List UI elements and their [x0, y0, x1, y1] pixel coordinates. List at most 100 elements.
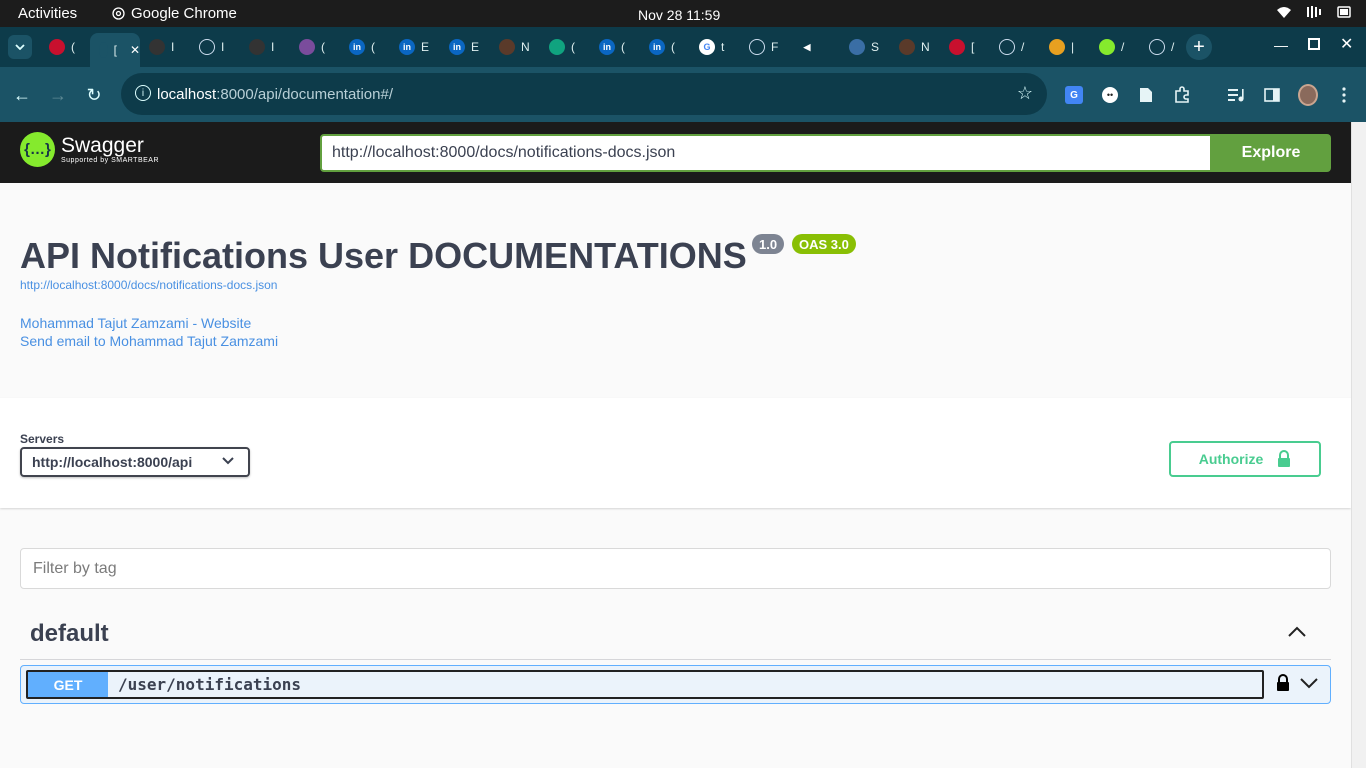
browser-tab[interactable]: /: [1140, 33, 1190, 61]
side-panel-icon[interactable]: [1262, 85, 1282, 105]
tab-title: (: [671, 40, 675, 54]
browser-tab[interactable]: I: [190, 33, 240, 61]
swagger-topbar: {…} Swagger Supported by SMARTBEAR http:…: [0, 122, 1351, 183]
pinterest-icon: [49, 39, 65, 55]
document-icon[interactable]: [1136, 85, 1156, 105]
browser-tab[interactable]: N: [490, 33, 540, 61]
loading-icon: [749, 39, 765, 55]
link-icon: [1149, 39, 1165, 55]
browser-tab[interactable]: S: [840, 33, 890, 61]
tab-title: |: [1071, 40, 1075, 54]
bookmark-star-icon[interactable]: ☆: [1017, 83, 1033, 104]
tab-title: N: [921, 40, 929, 54]
tab-title: (: [321, 40, 325, 54]
browser-tab[interactable]: (: [540, 33, 590, 61]
lock-icon[interactable]: [1275, 674, 1291, 692]
browser-tab[interactable]: [✕: [90, 33, 140, 67]
browser-tab[interactable]: F: [740, 33, 790, 61]
tab-strip: ([✕ I I I(in(in Ein E N(in(in(Gt F ◀ S N[/ | / / + — …: [0, 27, 1366, 67]
chevron-down-icon[interactable]: [1299, 675, 1319, 691]
chrome-icon: [112, 7, 125, 20]
browser-tab[interactable]: in E: [440, 33, 490, 61]
app-menu[interactable]: Google Chrome: [112, 5, 237, 22]
spec-link[interactable]: http://localhost:8000/docs/notifications…: [20, 278, 277, 292]
media-control-icon[interactable]: [1226, 85, 1246, 105]
tab-title: E: [471, 40, 479, 54]
activities-button[interactable]: Activities: [18, 5, 77, 22]
contact-website-link[interactable]: Mohammad Tajut Zamzami - Website: [20, 315, 251, 331]
browser-tab[interactable]: [: [940, 33, 990, 61]
menu-kebab-icon[interactable]: [1334, 85, 1354, 105]
tab-title: I: [221, 40, 225, 54]
google-translate-icon[interactable]: G: [1064, 85, 1084, 105]
swagger-logo-name: Swagger: [61, 134, 144, 157]
authorize-button[interactable]: Authorize: [1169, 441, 1321, 477]
tab-title: /: [1121, 40, 1125, 54]
swagger-icon: {…}: [20, 132, 55, 167]
maximize-button[interactable]: [1308, 38, 1320, 50]
operation-get-user-notifications[interactable]: GET /user/notifications: [20, 665, 1331, 704]
browser-tab[interactable]: (: [290, 33, 340, 61]
operation-summary[interactable]: GET /user/notifications: [26, 670, 1264, 699]
tab-search-button[interactable]: [8, 35, 32, 59]
reload-icon: ↻: [86, 84, 102, 105]
browser-tab[interactable]: ◀: [790, 33, 840, 61]
close-tab-icon[interactable]: ✕: [130, 43, 140, 57]
browser-tab[interactable]: |: [1040, 33, 1090, 61]
reload-button[interactable]: ↻: [80, 81, 108, 109]
method-badge: GET: [28, 672, 108, 697]
forward-button[interactable]: →: [44, 81, 72, 109]
contact-email-link[interactable]: Send email to Mohammad Tajut Zamzami: [20, 333, 278, 349]
linkedin-icon: in: [399, 39, 415, 55]
app-name: Google Chrome: [131, 5, 237, 22]
browser-tab[interactable]: Gt: [690, 33, 740, 61]
browser-tab[interactable]: I: [140, 33, 190, 61]
tab-title: [: [971, 40, 975, 54]
browser-tab[interactable]: (: [40, 33, 90, 61]
oas-badge: OAS 3.0: [792, 234, 856, 254]
browser-tab[interactable]: in (: [640, 33, 690, 61]
browser-tab[interactable]: in E: [390, 33, 440, 61]
tab-title: (: [371, 40, 375, 54]
chevron-up-icon[interactable]: [1287, 622, 1307, 642]
tab-title: (: [621, 40, 625, 54]
clock[interactable]: Nov 28 11:59: [638, 7, 720, 23]
chevron-down-icon: [222, 454, 234, 468]
url-host: localhost: [157, 86, 217, 103]
filter-by-tag-input[interactable]: Filter by tag: [20, 548, 1331, 589]
new-tab-button[interactable]: +: [1186, 34, 1212, 60]
back-button[interactable]: ←: [8, 81, 36, 109]
lock-icon: [1278, 450, 1291, 467]
close-window-button[interactable]: ✕: [1340, 34, 1353, 54]
tab-title: [: [113, 43, 117, 57]
servers-select[interactable]: http://localhost:8000/api: [20, 447, 250, 477]
profile-avatar[interactable]: [1298, 84, 1318, 106]
swagger-logo-sub: Supported by SMARTBEAR: [61, 157, 160, 164]
browser-tab[interactable]: /: [990, 33, 1040, 61]
browser-tab[interactable]: /: [1090, 33, 1140, 61]
tab-title: S: [871, 40, 879, 54]
github-icon: [149, 39, 165, 55]
tab-title: E: [421, 40, 429, 54]
site-info-icon[interactable]: i: [135, 85, 151, 101]
browser-tab[interactable]: N: [890, 33, 940, 61]
folder-icon: [899, 39, 915, 55]
linkedin-icon: in: [599, 39, 615, 55]
address-bar[interactable]: i localhost:8000/api/documentation#/ ☆: [121, 73, 1047, 115]
chatgpt-icon: [549, 39, 565, 55]
extension-icon[interactable]: ••: [1100, 85, 1120, 105]
puzzle-extensions-icon[interactable]: [1172, 85, 1192, 105]
spec-url-input[interactable]: http://localhost:8000/docs/notifications…: [320, 134, 1212, 172]
system-tray[interactable]: [1276, 5, 1352, 19]
explore-button[interactable]: Explore: [1211, 134, 1331, 172]
browser-tab[interactable]: in (: [340, 33, 390, 61]
tag-section-header[interactable]: default: [20, 610, 1331, 660]
browser-tab[interactable]: I: [240, 33, 290, 61]
browser-tab[interactable]: in (: [590, 33, 640, 61]
tab-title: (: [71, 40, 75, 54]
pinterest-icon: [949, 39, 965, 55]
minimize-button[interactable]: —: [1274, 37, 1288, 53]
page-scrollbar[interactable]: [1351, 122, 1366, 768]
url-text[interactable]: localhost:8000/api/documentation#/: [157, 86, 393, 103]
swagger-logo[interactable]: {…} Swagger Supported by SMARTBEAR: [20, 132, 159, 167]
